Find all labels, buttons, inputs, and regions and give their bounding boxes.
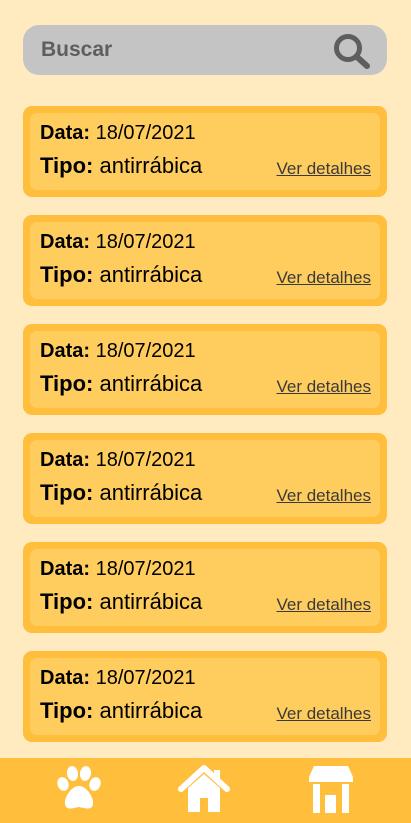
type-value: antirrábica — [99, 698, 203, 723]
type-value: antirrábica — [99, 480, 203, 505]
date-value: 18/07/2021 — [95, 449, 196, 471]
vaccine-list: Data: 18/07/2021 Tipo: antirrábica Ver d… — [23, 106, 387, 760]
type-value: antirrábica — [99, 262, 203, 287]
date-label: Data: — [40, 122, 91, 144]
store-icon[interactable] — [305, 765, 357, 813]
type-label: Tipo: — [40, 153, 94, 178]
vaccine-card: Data: 18/07/2021 Tipo: antirrábica Ver d… — [23, 106, 387, 197]
vaccine-card: Data: 18/07/2021 Tipo: antirrábica Ver d… — [23, 215, 387, 306]
bottom-nav — [0, 758, 411, 823]
type-row: Tipo: antirrábica — [40, 698, 202, 724]
type-value: antirrábica — [99, 589, 203, 614]
vaccine-card-body: Data: 18/07/2021 Tipo: antirrábica Ver d… — [30, 658, 380, 735]
vaccine-card-body: Data: 18/07/2021 Tipo: antirrábica Ver d… — [30, 113, 380, 190]
type-label: Tipo: — [40, 262, 94, 287]
vaccine-card: Data: 18/07/2021 Tipo: antirrábica Ver d… — [23, 433, 387, 524]
date-row: Data: 18/07/2021 — [40, 231, 196, 254]
vaccine-card-body: Data: 18/07/2021 Tipo: antirrábica Ver d… — [30, 222, 380, 299]
vaccine-card: Data: 18/07/2021 Tipo: antirrábica Ver d… — [23, 651, 387, 742]
date-row: Data: 18/07/2021 — [40, 667, 196, 690]
date-label: Data: — [40, 449, 91, 471]
type-row: Tipo: antirrábica — [40, 371, 202, 397]
type-label: Tipo: — [40, 480, 94, 505]
type-row: Tipo: antirrábica — [40, 480, 202, 506]
vaccine-card-body: Data: 18/07/2021 Tipo: antirrábica Ver d… — [30, 440, 380, 517]
vaccine-card: Data: 18/07/2021 Tipo: antirrábica Ver d… — [23, 542, 387, 633]
search-bar[interactable]: Buscar — [23, 25, 387, 75]
date-label: Data: — [40, 231, 91, 253]
type-label: Tipo: — [40, 698, 94, 723]
date-value: 18/07/2021 — [95, 340, 196, 362]
date-value: 18/07/2021 — [95, 122, 196, 144]
details-link[interactable]: Ver detalhes — [276, 595, 371, 615]
details-link[interactable]: Ver detalhes — [276, 268, 371, 288]
vaccine-card: Data: 18/07/2021 Tipo: antirrábica Ver d… — [23, 324, 387, 415]
date-row: Data: 18/07/2021 — [40, 340, 196, 363]
date-value: 18/07/2021 — [95, 667, 196, 689]
type-label: Tipo: — [40, 589, 94, 614]
vaccine-card-body: Data: 18/07/2021 Tipo: antirrábica Ver d… — [30, 331, 380, 408]
details-link[interactable]: Ver detalhes — [276, 486, 371, 506]
date-row: Data: 18/07/2021 — [40, 449, 196, 472]
type-row: Tipo: antirrábica — [40, 589, 202, 615]
search-icon[interactable] — [332, 32, 372, 70]
details-link[interactable]: Ver detalhes — [276, 377, 371, 397]
type-row: Tipo: antirrábica — [40, 262, 202, 288]
date-label: Data: — [40, 558, 91, 580]
date-value: 18/07/2021 — [95, 558, 196, 580]
date-label: Data: — [40, 667, 91, 689]
vaccine-card-body: Data: 18/07/2021 Tipo: antirrábica Ver d… — [30, 549, 380, 626]
date-row: Data: 18/07/2021 — [40, 122, 196, 145]
paw-icon[interactable] — [53, 765, 105, 813]
type-row: Tipo: antirrábica — [40, 153, 202, 179]
search-input[interactable]: Buscar — [41, 38, 112, 62]
type-label: Tipo: — [40, 371, 94, 396]
type-value: antirrábica — [99, 153, 203, 178]
date-value: 18/07/2021 — [95, 231, 196, 253]
date-label: Data: — [40, 340, 91, 362]
date-row: Data: 18/07/2021 — [40, 558, 196, 581]
details-link[interactable]: Ver detalhes — [276, 159, 371, 179]
home-icon[interactable] — [178, 765, 230, 813]
details-link[interactable]: Ver detalhes — [276, 704, 371, 724]
type-value: antirrábica — [99, 371, 203, 396]
